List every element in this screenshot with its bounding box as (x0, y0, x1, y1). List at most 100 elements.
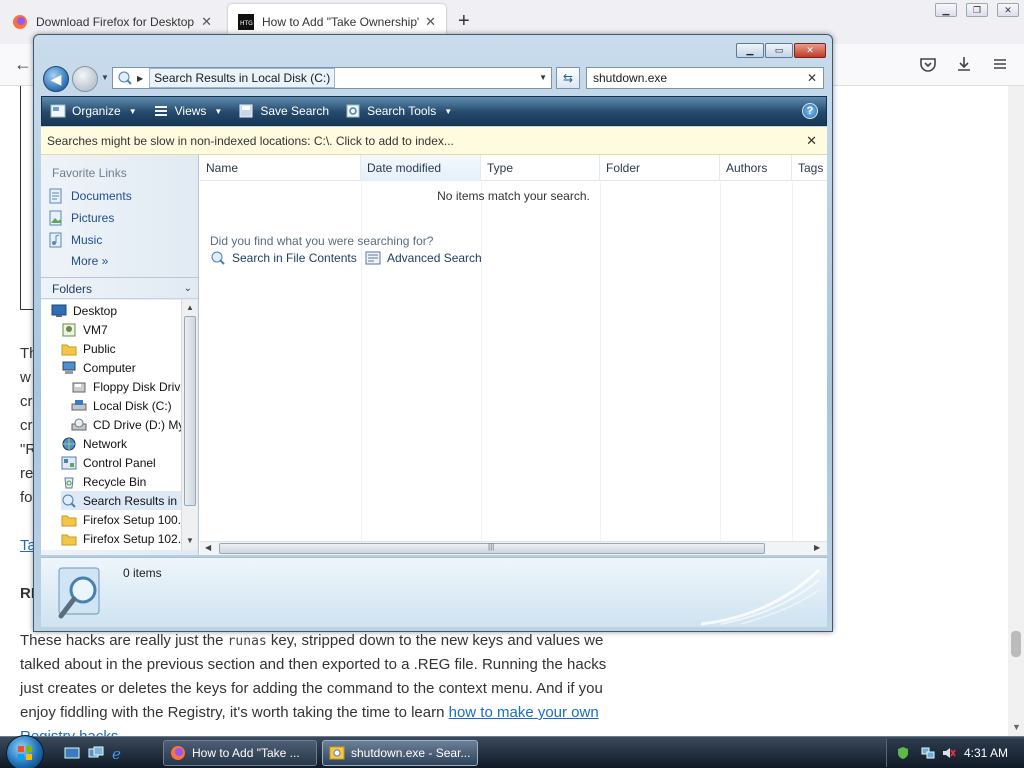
menu-icon[interactable] (990, 54, 1010, 74)
favorite-link-label: More » (71, 254, 109, 268)
recent-pages-dropdown[interactable]: ▼ (101, 73, 109, 82)
tree-item-recycle-bin[interactable]: Recycle Bin (61, 472, 146, 491)
favorite-link-pictures[interactable]: Pictures (49, 210, 114, 226)
music-icon (49, 232, 62, 248)
show-desktop-icon[interactable] (64, 745, 80, 761)
column-header-type[interactable]: Type (481, 155, 600, 181)
explorer-maximize-button[interactable]: ▭ (765, 43, 793, 58)
info-bar-text[interactable]: Searches might be slow in non-indexed lo… (47, 134, 454, 148)
taskbar-button-explorer[interactable]: shutdown.exe - Sear... (322, 740, 478, 766)
article-paragraph-line: These hacks are really just the runas ke… (20, 629, 603, 654)
tab-close-icon[interactable]: ✕ (425, 14, 436, 30)
taskbar-button-firefox[interactable]: How to Add "Take ... (163, 740, 317, 766)
pocket-icon[interactable] (918, 54, 938, 74)
cd-drive-icon (71, 418, 87, 430)
folders-toggle[interactable]: Folders ⌄ (41, 277, 198, 299)
column-header-folder[interactable]: Folder (600, 155, 720, 181)
scroll-left-icon[interactable]: ◀ (205, 543, 211, 552)
tree-item-floppy[interactable]: Floppy Disk Drive (71, 377, 181, 396)
article-paragraph-line: just creates or deletes the keys for add… (20, 680, 603, 697)
htg-icon: HTG (238, 14, 254, 30)
browser-close-button[interactable]: ✕ (997, 3, 1019, 17)
tree-item-vm7[interactable]: VM7 (61, 320, 108, 339)
registry-hacks-link[interactable]: how to make your own (449, 704, 599, 721)
paragraph-text: These hacks are really just the (20, 632, 228, 649)
help-icon[interactable]: ? (802, 103, 818, 119)
tree-item-firefox-setup-102[interactable]: Firefox Setup 102.6 (61, 529, 181, 548)
forward-button[interactable] (72, 66, 98, 92)
search-in-file-contents-link[interactable]: Search in File Contents (210, 251, 357, 265)
firefox-icon (13, 15, 27, 29)
scroll-up-icon[interactable]: ▲ (186, 303, 194, 312)
search-box[interactable]: shutdown.exe ✕ (586, 67, 824, 89)
tree-item-search-results[interactable]: Search Results in L (61, 491, 181, 510)
new-tab-button[interactable]: + (458, 10, 470, 33)
browser-maximize-button[interactable]: ❐ (966, 3, 988, 17)
tree-item-computer[interactable]: Computer (61, 358, 136, 377)
address-bar[interactable]: ▶ Search Results in Local Disk (C:) ▼ (112, 67, 552, 89)
index-info-bar[interactable]: Searches might be slow in non-indexed lo… (41, 127, 827, 155)
address-dropdown-icon[interactable]: ▼ (539, 73, 547, 82)
scroll-down-icon[interactable]: ▼ (186, 536, 194, 545)
column-header-name[interactable]: Name (200, 155, 361, 181)
volume-muted-icon[interactable] (942, 746, 956, 760)
folder-tree-scrollbar[interactable]: ▲ ▼ (181, 300, 197, 550)
start-button[interactable] (6, 735, 44, 768)
explorer-minimize-button[interactable]: ▁ (736, 43, 764, 58)
tree-item-cd-drive[interactable]: CD Drive (D:) My (71, 415, 181, 434)
favorite-link-documents[interactable]: Documents (49, 188, 132, 204)
explorer-window: ▁ ▭ ✕ ◀ ▼ ▶ Search Results in Local Disk… (33, 34, 833, 632)
column-header-date-modified[interactable]: Date modified (361, 155, 481, 181)
breadcrumb[interactable]: Search Results in Local Disk (C:) (149, 68, 336, 88)
network-icon[interactable] (921, 746, 935, 760)
tree-item-firefox-setup-100[interactable]: Firefox Setup 100.0 (61, 510, 181, 529)
details-pane: 0 items (41, 557, 827, 627)
article-text-fragment: cr (20, 417, 33, 434)
shield-icon[interactable] (896, 746, 910, 760)
scroll-right-icon[interactable]: ▶ (814, 543, 820, 552)
refresh-button[interactable]: ⇆ (556, 67, 580, 89)
network-icon (62, 437, 76, 450)
back-button[interactable]: ◀ (43, 66, 69, 92)
ie-icon[interactable]: e (111, 745, 127, 761)
paragraph-text: key, stripped down to the new keys and v… (266, 632, 604, 649)
tree-item-control-panel[interactable]: Control Panel (61, 453, 156, 472)
save-search-button[interactable]: Save Search (230, 97, 337, 125)
download-icon[interactable] (954, 54, 974, 74)
organize-button[interactable]: Organize ▼ (42, 97, 145, 125)
documents-icon (49, 188, 62, 204)
clock[interactable]: 4:31 AM (964, 746, 1008, 760)
browser-back-button[interactable]: ← (14, 54, 32, 75)
tree-item-network[interactable]: Network (61, 434, 127, 453)
favorite-link-more[interactable]: More » (71, 254, 108, 268)
suggestion-label: Search in File Contents (232, 251, 357, 265)
taskbar: e How to Add "Take ... shutdown.exe - Se… (0, 735, 1024, 768)
close-icon[interactable]: ✕ (806, 127, 817, 155)
scroll-down-icon[interactable]: ▼ (1012, 722, 1021, 732)
tree-item-desktop[interactable]: Desktop (51, 301, 117, 320)
browser-scrollbar[interactable]: ▼ (1008, 86, 1024, 736)
favorite-link-music[interactable]: Music (49, 232, 102, 248)
tree-item-local-disk[interactable]: Local Disk (C:) (71, 396, 172, 415)
tree-item-public[interactable]: Public (61, 339, 116, 358)
registry-hacks-link-continued[interactable]: Registry hacks (20, 728, 118, 736)
advanced-search-link[interactable]: Advanced Search (365, 251, 482, 265)
browser-minimize-button[interactable]: ▁ (935, 3, 957, 17)
search-input[interactable]: shutdown.exe (593, 71, 667, 85)
tree-item-label: CD Drive (D:) My (93, 417, 181, 432)
search-folder-icon (329, 746, 345, 760)
switch-windows-icon[interactable] (88, 745, 104, 761)
column-header-tags[interactable]: Tags (792, 155, 827, 181)
horizontal-scrollbar[interactable]: ◀ ||| ▶ (200, 541, 827, 555)
search-tools-button[interactable]: Search Tools ▼ (337, 97, 460, 125)
column-header-authors[interactable]: Authors (720, 155, 792, 181)
folder-tree-scroll-thumb[interactable] (184, 316, 196, 506)
article-paragraph-line: enjoy fiddling with the Registry, it's w… (20, 701, 599, 725)
browser-scroll-thumb[interactable] (1011, 631, 1021, 657)
breadcrumb-chevron-icon[interactable]: ▶ (137, 74, 143, 83)
tab-close-icon[interactable]: ✕ (201, 14, 212, 30)
views-button[interactable]: Views ▼ (145, 97, 231, 125)
explorer-close-button[interactable]: ✕ (794, 43, 826, 58)
clear-search-icon[interactable]: ✕ (807, 68, 817, 88)
tree-item-label: Desktop (73, 303, 118, 318)
